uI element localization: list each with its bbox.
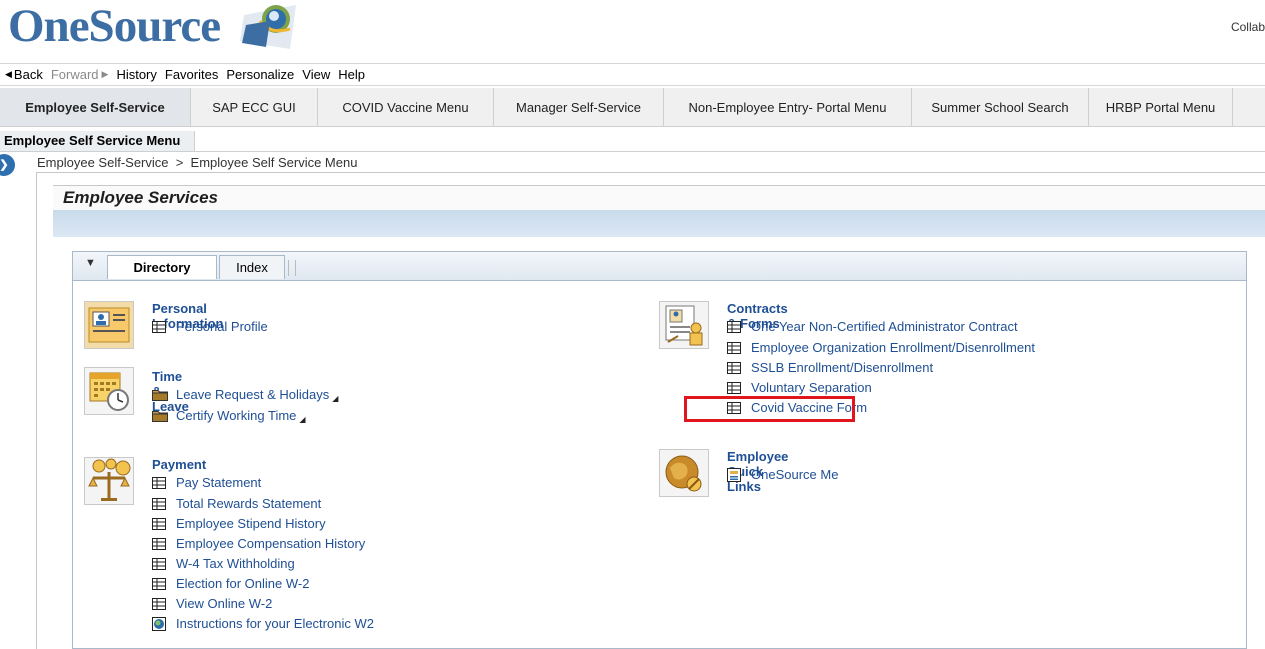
tab-index[interactable]: Index xyxy=(219,255,296,279)
logo-globe-icon xyxy=(240,1,302,56)
link-pay-statement[interactable]: Pay Statement xyxy=(152,475,261,490)
sheet-icon xyxy=(152,497,166,510)
back-arrow-icon: ◀ xyxy=(5,69,12,79)
sheet-icon xyxy=(152,577,166,590)
group-title: Payment xyxy=(152,457,207,472)
forward-arrow-icon: ▶ xyxy=(101,69,109,79)
expand-arrow-icon: ◢ xyxy=(332,394,339,403)
page-title: Employee Services xyxy=(63,188,218,207)
tab-covid-vaccine-menu[interactable]: COVID Vaccine Menu xyxy=(318,88,494,126)
folder-icon xyxy=(152,389,168,401)
title-band xyxy=(53,210,1265,237)
sheet-icon xyxy=(152,557,166,570)
sheet-icon xyxy=(727,401,741,414)
expand-arrow-icon: ◢ xyxy=(299,415,306,424)
sheet-icon xyxy=(727,341,741,354)
link-onesource-me[interactable]: OneSource Me xyxy=(727,467,838,482)
sub-navigation: Employee Self Service Menu xyxy=(0,131,1265,152)
link-total-rewards-statement[interactable]: Total Rewards Statement xyxy=(152,496,321,511)
link-employee-compensation-history[interactable]: Employee Compensation History xyxy=(152,536,365,551)
sheet-icon xyxy=(152,537,166,550)
globe-page-icon xyxy=(152,616,166,631)
favorites-menu[interactable]: Favorites xyxy=(165,67,218,82)
page-icon xyxy=(727,467,741,482)
link-sslb-enrollment[interactable]: SSLB Enrollment/Disenrollment xyxy=(727,360,933,375)
tab-employee-self-service[interactable]: Employee Self-Service xyxy=(0,88,191,126)
history-bar: ◀ Back Forward ▶ History Favorites Perso… xyxy=(0,63,1265,86)
sheet-icon xyxy=(152,517,166,530)
breadcrumb-bar: ❯ Employee Self-Service > Employee Self … xyxy=(0,152,1265,176)
link-view-online-w2[interactable]: View Online W-2 xyxy=(152,596,272,611)
personalize-menu[interactable]: Personalize xyxy=(226,67,294,82)
link-w4-tax-withholding[interactable]: W-4 Tax Withholding xyxy=(152,556,295,571)
onesource-logo[interactable]: OneSource xyxy=(8,2,221,50)
tab-non-employee-entry[interactable]: Non-Employee Entry- Portal Menu xyxy=(664,88,912,126)
tab-manager-self-service[interactable]: Manager Self-Service xyxy=(494,88,664,126)
top-navigation-tabs: Employee Self-Service SAP ECC GUI COVID … xyxy=(0,88,1265,127)
globe-key-icon xyxy=(659,449,709,497)
id-card-icon xyxy=(84,301,134,349)
calendar-clock-icon xyxy=(84,367,134,415)
sheet-icon xyxy=(727,320,741,333)
link-personal-profile[interactable]: Personal Profile xyxy=(152,319,268,334)
view-menu[interactable]: View xyxy=(302,67,330,82)
link-instructions-electronic-w2[interactable]: Instructions for your Electronic W2 xyxy=(152,616,374,631)
nav-toggle-icon[interactable]: ❯ xyxy=(0,154,15,176)
collapse-triangle-icon[interactable]: ▼ xyxy=(85,257,96,269)
link-certify-working-time[interactable]: Certify Working Time ◢ xyxy=(152,408,306,424)
sheet-icon xyxy=(152,476,166,489)
link-employee-stipend-history[interactable]: Employee Stipend History xyxy=(152,516,326,531)
breadcrumb[interactable]: Employee Self-Service > Employee Self Se… xyxy=(37,155,357,170)
form-person-icon xyxy=(659,301,709,349)
help-menu[interactable]: Help xyxy=(338,67,365,82)
tab-summer-school-search[interactable]: Summer School Search xyxy=(912,88,1089,126)
folder-icon xyxy=(152,410,168,422)
panel-tab-bar: ▼ Directory Index xyxy=(73,252,1246,281)
sheet-icon xyxy=(152,597,166,610)
link-employee-organization-enrollment[interactable]: Employee Organization Enrollment/Disenro… xyxy=(727,340,1035,355)
link-leave-request-holidays[interactable]: Leave Request & Holidays ◢ xyxy=(152,387,339,403)
sheet-icon xyxy=(727,361,741,374)
tab-directory[interactable]: Directory xyxy=(107,255,217,279)
tab-hrbp-portal-menu[interactable]: HRBP Portal Menu xyxy=(1089,88,1233,126)
link-one-year-contract[interactable]: One Year Non-Certified Administrator Con… xyxy=(727,319,1018,334)
sheet-icon xyxy=(727,381,741,394)
page-title-bar: Employee Services xyxy=(53,185,1265,210)
sheet-icon xyxy=(152,320,166,333)
tab-sap-ecc-gui[interactable]: SAP ECC GUI xyxy=(191,88,318,126)
scales-coins-icon xyxy=(84,457,134,505)
subnav-employee-self-service-menu[interactable]: Employee Self Service Menu xyxy=(0,131,196,151)
link-election-online-w2[interactable]: Election for Online W-2 xyxy=(152,576,309,591)
link-voluntary-separation[interactable]: Voluntary Separation xyxy=(727,380,872,395)
forward-button[interactable]: Forward xyxy=(51,67,99,82)
history-menu[interactable]: History xyxy=(116,67,156,82)
back-button[interactable]: Back xyxy=(14,67,43,82)
link-covid-vaccine-form[interactable]: Covid Vaccine Form xyxy=(727,400,867,415)
collaboration-link[interactable]: Collab xyxy=(1231,20,1265,34)
